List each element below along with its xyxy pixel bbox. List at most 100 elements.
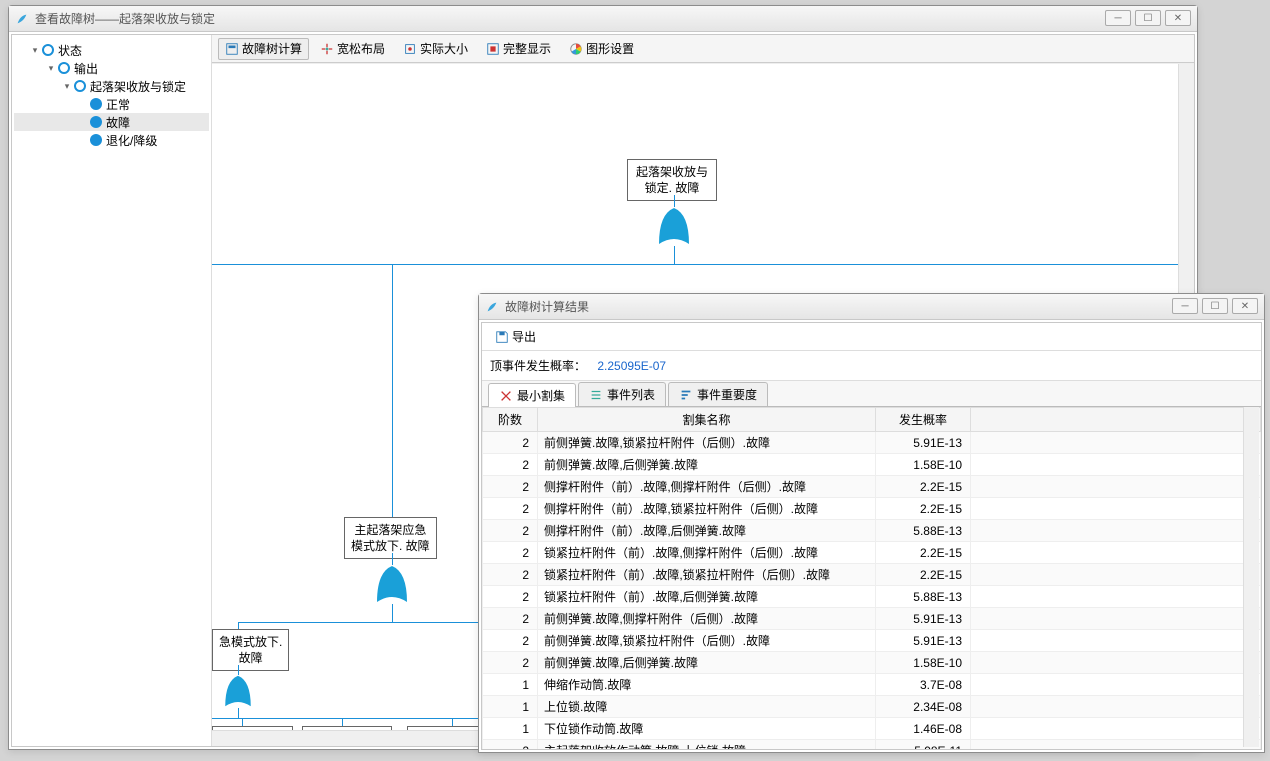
table-row[interactable]: 2侧撑杆附件（前）.故障,锁紧拉杆附件（后侧）.故障2.2E-15 [483,498,1261,520]
table-row[interactable]: 2锁紧拉杆附件（前）.故障,锁紧拉杆附件（后侧）.故障2.2E-15 [483,564,1261,586]
tab-event-importance[interactable]: 事件重要度 [668,382,768,406]
main-title: 查看故障树——起落架收放与锁定 [35,10,215,27]
tree-fault[interactable]: 故障 [14,113,209,131]
ft-top-event[interactable]: 起落架收放与 锁定. 故障 [627,159,717,201]
cell-name: 锁紧拉杆附件（前）.故障,后侧弹簧.故障 [538,586,876,608]
table-row[interactable]: 2主起落架收放作动筒.故障,上位锁.故障5.98E-11 [483,740,1261,750]
top-event-probability: 顶事件发生概率： 2.25095E-07 [482,351,1261,381]
table-row[interactable]: 2锁紧拉杆附件（前）.故障,后侧弹簧.故障5.88E-13 [483,586,1261,608]
cell-name: 侧撑杆附件（前）.故障,侧撑杆附件（后侧）.故障 [538,476,876,498]
actual-size-button[interactable]: 实际大小 [396,38,475,60]
cell-empty [971,740,1261,750]
table-row[interactable]: 2侧撑杆附件（前）.故障,后侧弹簧.故障5.88E-13 [483,520,1261,542]
close-button[interactable]: ✕ [1165,10,1191,26]
tree-panel[interactable]: ▾状态 ▾输出 ▾起落架收放与锁定 正常 故障 退化/降级 [12,35,212,746]
ft-mid-event[interactable]: 主起落架应急 模式放下. 故障 [344,517,437,559]
color-wheel-icon [569,42,583,56]
calc-button[interactable]: 故障树计算 [218,38,309,60]
cell-empty [971,432,1261,454]
cell-empty [971,696,1261,718]
cell-empty [971,630,1261,652]
cell-order: 2 [483,608,538,630]
cell-prob: 2.2E-15 [876,498,971,520]
chevron-down-icon[interactable]: ▾ [46,63,56,73]
cell-name: 主起落架收放作动筒.故障,上位锁.故障 [538,740,876,750]
maximize-button[interactable]: ☐ [1202,298,1228,314]
cell-prob: 2.2E-15 [876,564,971,586]
chevron-down-icon[interactable]: ▾ [62,81,72,91]
table-row[interactable]: 2前侧弹簧.故障,后侧弹簧.故障1.58E-10 [483,652,1261,674]
dot-icon [90,134,102,146]
table-row[interactable]: 1伸缩作动筒.故障3.7E-08 [483,674,1261,696]
minimize-button[interactable]: ─ [1172,298,1198,314]
full-display-button[interactable]: 完整显示 [479,38,558,60]
col-empty[interactable] [971,408,1261,432]
cell-order: 2 [483,564,538,586]
cell-name: 前侧弹簧.故障,后侧弹簧.故障 [538,454,876,476]
dot-icon [90,98,102,110]
table-row[interactable]: 2前侧弹簧.故障,后侧弹簧.故障1.58E-10 [483,454,1261,476]
cell-order: 1 [483,696,538,718]
cell-name: 锁紧拉杆附件（前）.故障,锁紧拉杆附件（后侧）.故障 [538,564,876,586]
main-titlebar[interactable]: 查看故障树——起落架收放与锁定 ─ ☐ ✕ [9,6,1197,32]
table-row[interactable]: 2前侧弹簧.故障,侧撑杆附件（后侧）.故障5.91E-13 [483,608,1261,630]
cut-set-table[interactable]: 阶数 割集名称 发生概率 2前侧弹簧.故障,锁紧拉杆附件（后侧）.故障5.91E… [482,407,1261,749]
dot-icon [90,116,102,128]
col-order[interactable]: 阶数 [483,408,538,432]
table-row[interactable]: 1下位锁作动筒.故障1.46E-08 [483,718,1261,740]
save-icon [495,330,509,344]
cell-name: 前侧弹簧.故障,锁紧拉杆附件（后侧）.故障 [538,432,876,454]
cell-empty [971,520,1261,542]
toolbar: 故障树计算 宽松布局 实际大小 完整显示 图形设置 [212,35,1194,63]
export-button[interactable]: 导出 [488,326,543,348]
loose-button[interactable]: 宽松布局 [313,38,392,60]
cell-name: 前侧弹簧.故障,锁紧拉杆附件（后侧）.故障 [538,630,876,652]
tab-event-list[interactable]: 事件列表 [578,382,666,406]
cell-name: 侧撑杆附件（前）.故障,锁紧拉杆附件（后侧）.故障 [538,498,876,520]
cell-empty [971,542,1261,564]
fit-icon [486,42,500,56]
app-icon [485,300,499,314]
cell-prob: 3.7E-08 [876,674,971,696]
table-row[interactable]: 2锁紧拉杆附件（前）.故障,侧撑杆附件（后侧）.故障2.2E-15 [483,542,1261,564]
table-row[interactable]: 2前侧弹簧.故障,锁紧拉杆附件（后侧）.故障5.91E-13 [483,630,1261,652]
cell-prob: 1.46E-08 [876,718,971,740]
result-titlebar[interactable]: 故障树计算结果 ─ ☐ ✕ [479,294,1264,320]
tree-degrade[interactable]: 退化/降级 [14,131,209,149]
calculator-icon [225,42,239,56]
cell-order: 2 [483,542,538,564]
col-prob[interactable]: 发生概率 [876,408,971,432]
table-row[interactable]: 1上位锁.故障2.34E-08 [483,696,1261,718]
cell-prob: 2.2E-15 [876,476,971,498]
maximize-button[interactable]: ☐ [1135,10,1161,26]
tree-output[interactable]: ▾输出 [14,59,209,77]
table-scrollbar-v[interactable] [1243,407,1259,747]
ft-left-event[interactable]: 急模式放下. 故障 [212,629,289,671]
or-gate-icon [221,674,255,708]
cell-order: 1 [483,674,538,696]
cell-name: 锁紧拉杆附件（前）.故障,侧撑杆附件（后侧）.故障 [538,542,876,564]
close-button[interactable]: ✕ [1232,298,1258,314]
cell-prob: 5.88E-13 [876,586,971,608]
list-icon [589,388,603,402]
cell-empty [971,564,1261,586]
tree-root[interactable]: ▾状态 [14,41,209,59]
cell-prob: 5.91E-13 [876,432,971,454]
tab-min-cut-set[interactable]: 最小割集 [488,383,576,407]
minimize-button[interactable]: ─ [1105,10,1131,26]
graphics-settings-button[interactable]: 图形设置 [562,38,641,60]
tree-gear[interactable]: ▾起落架收放与锁定 [14,77,209,95]
cell-name: 上位锁.故障 [538,696,876,718]
cell-prob: 1.58E-10 [876,652,971,674]
chevron-down-icon[interactable]: ▾ [30,45,40,55]
table-row[interactable]: 2侧撑杆附件（前）.故障,侧撑杆附件（后侧）.故障2.2E-15 [483,476,1261,498]
result-toolbar: 导出 [482,323,1261,351]
tree-normal[interactable]: 正常 [14,95,209,113]
table-row[interactable]: 2前侧弹簧.故障,锁紧拉杆附件（后侧）.故障5.91E-13 [483,432,1261,454]
cell-order: 2 [483,652,538,674]
cell-name: 伸缩作动筒.故障 [538,674,876,696]
or-gate-icon [372,564,412,604]
cell-empty [971,608,1261,630]
col-name[interactable]: 割集名称 [538,408,876,432]
cell-empty [971,652,1261,674]
